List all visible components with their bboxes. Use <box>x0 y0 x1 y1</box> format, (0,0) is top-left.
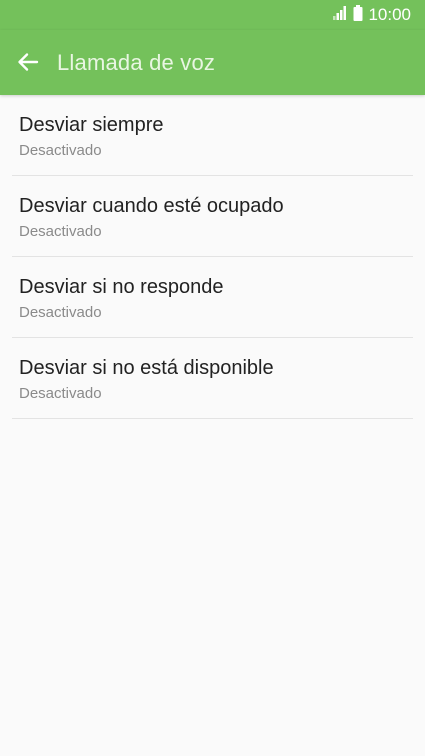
item-status: Desactivado <box>19 385 102 402</box>
list-item-desviar-siempre[interactable]: Desviar siempre Desactivado <box>12 95 413 176</box>
item-title: Desviar siempre <box>19 114 164 136</box>
arrow-left-icon <box>17 51 39 78</box>
list-item-desviar-ocupado[interactable]: Desviar cuando esté ocupado Desactivado <box>12 176 413 257</box>
item-status: Desactivado <box>19 304 102 321</box>
status-bar: 10:00 <box>0 0 425 30</box>
page-title: Llamada de voz <box>57 50 216 75</box>
item-title: Desviar si no responde <box>19 276 224 298</box>
status-icons: 10:00 <box>333 4 411 26</box>
list-item-desviar-no-disponible[interactable]: Desviar si no está disponible Desactivad… <box>12 338 413 419</box>
settings-list: Desviar siempre Desactivado Desviar cuan… <box>0 95 425 419</box>
item-status: Desactivado <box>19 223 102 240</box>
battery-icon <box>353 4 363 26</box>
app-bar: Llamada de voz <box>0 30 425 95</box>
signal-icon <box>333 5 348 25</box>
item-title: Desviar si no está disponible <box>19 357 274 379</box>
status-time: 10:00 <box>368 5 411 24</box>
item-status: Desactivado <box>19 142 102 159</box>
item-title: Desviar cuando esté ocupado <box>19 195 284 217</box>
list-item-desviar-no-responde[interactable]: Desviar si no responde Desactivado <box>12 257 413 338</box>
back-button[interactable] <box>12 48 44 80</box>
